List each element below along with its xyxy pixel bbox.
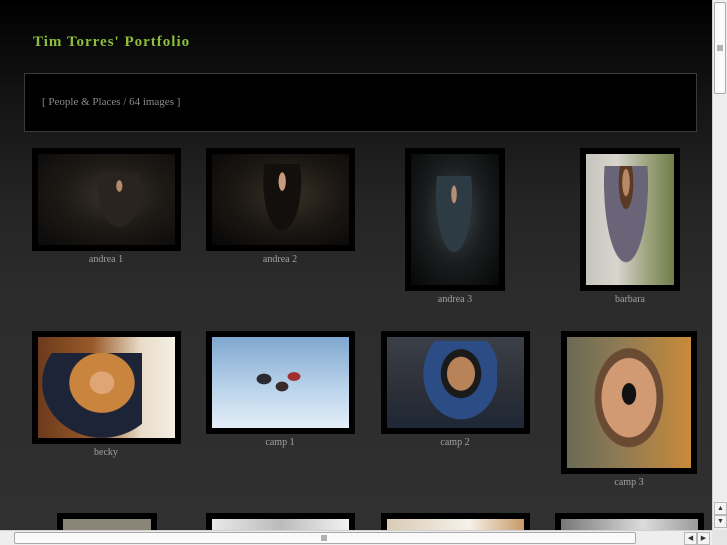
thumbnail-andrea-1[interactable] [32, 148, 181, 251]
photo-image [561, 519, 698, 530]
thumbnail-partial[interactable] [555, 513, 704, 530]
swing-riders [246, 359, 306, 409]
thumbnail-caption[interactable]: andrea 1 [19, 254, 193, 265]
person-figure [431, 176, 477, 268]
thumbnail-andrea-2[interactable] [206, 148, 355, 251]
thumbnail-camp-3[interactable] [561, 331, 697, 474]
person-figure [42, 353, 142, 438]
horizontal-scroll-thumb[interactable] [14, 532, 636, 544]
breadcrumb-bar: [ People & Places / 64 images ] [24, 73, 697, 132]
thumbnail-barbara[interactable] [580, 148, 680, 291]
thumbnail-partial[interactable] [381, 513, 530, 530]
photo-image [63, 519, 151, 530]
thumbnail-caption[interactable]: camp 2 [368, 437, 542, 448]
breadcrumb[interactable]: [ People & Places / 64 images ] [42, 96, 180, 108]
grip-icon [321, 535, 327, 541]
person-figure [417, 341, 497, 427]
thumbnail-partial[interactable] [206, 513, 355, 530]
thumbnail-camp-2[interactable] [381, 331, 530, 434]
thumbnail-caption[interactable]: andrea 2 [193, 254, 367, 265]
thumbnail-caption[interactable]: camp 1 [193, 437, 367, 448]
person-figure [94, 174, 140, 234]
thumbnail-caption[interactable]: andrea 3 [368, 294, 542, 305]
grip-icon [717, 45, 723, 51]
thumbnail-partial[interactable] [57, 513, 157, 530]
thumbnail-andrea-3[interactable] [405, 148, 505, 291]
scroll-down-button[interactable]: ▼ [714, 515, 727, 528]
scroll-right-button[interactable]: ▶ [697, 532, 710, 545]
photo-image [387, 519, 524, 530]
scroll-left-button[interactable]: ◀ [684, 532, 697, 545]
horizontal-scrollbar[interactable]: ◀ ▶ [0, 530, 712, 545]
page-viewport: Tim Torres' Portfolio [ People & Places … [0, 0, 712, 530]
person-figure [258, 164, 302, 244]
person-figure [598, 166, 654, 284]
thumbnail-caption[interactable]: barbara [543, 294, 712, 305]
vertical-scrollbar[interactable]: ▲ ▼ [712, 0, 727, 530]
thumbnail-camp-1[interactable] [206, 331, 355, 434]
thumbnail-becky[interactable] [32, 331, 181, 444]
scroll-up-button[interactable]: ▲ [714, 502, 727, 515]
vertical-scroll-thumb[interactable] [714, 2, 726, 94]
scrollbar-corner [712, 530, 727, 545]
thumbnail-caption[interactable]: camp 3 [542, 477, 712, 488]
site-title[interactable]: Tim Torres' Portfolio [33, 34, 190, 51]
person-face [581, 341, 677, 467]
thumbnail-caption[interactable]: becky [19, 447, 193, 458]
photo-image [212, 519, 349, 530]
